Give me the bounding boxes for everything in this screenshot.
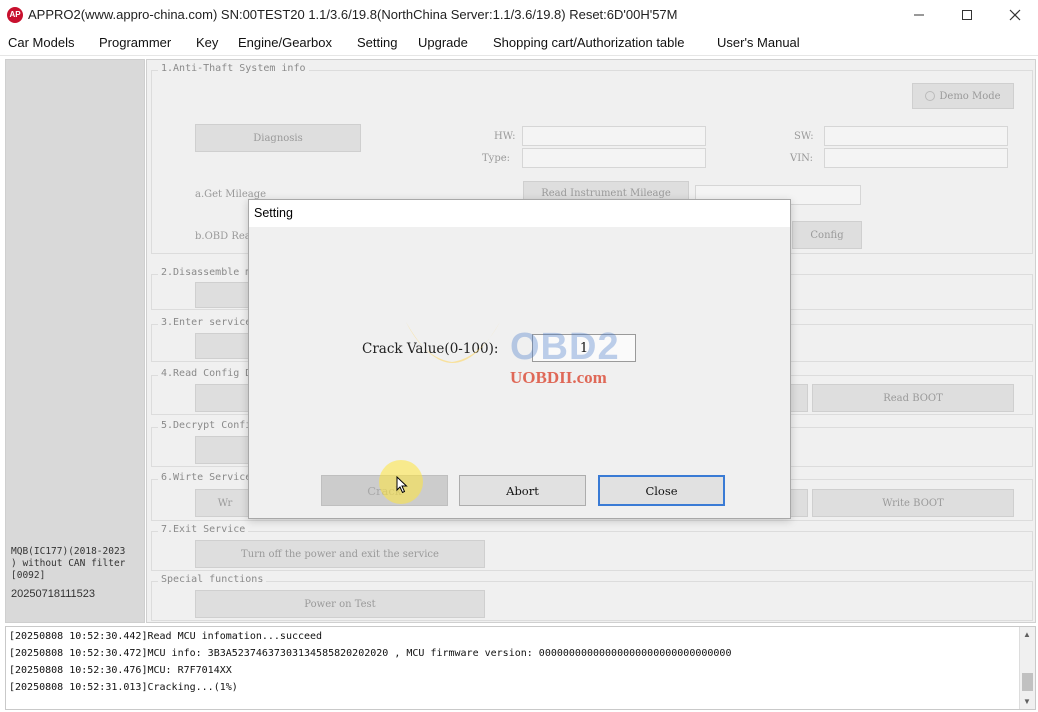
setting-dialog: Setting Crack Value(0-100): Crack Abort … [248,199,791,519]
read-boot-button[interactable]: Read BOOT [812,384,1014,412]
hw-label: HW: [494,131,516,142]
menu-key[interactable]: Key [196,35,218,50]
demo-mode-button[interactable]: Demo Mode [912,83,1014,109]
demo-mode-label: Demo Mode [939,90,1001,102]
log-line: [20250808 10:52:30.472]MCU info: 3B3A523… [9,648,732,659]
window-title: APPRO2(www.appro-china.com) SN:00TEST20 … [28,7,678,22]
read-config-button[interactable] [195,384,255,412]
log-panel[interactable]: [20250808 10:52:30.442]Read MCU infomati… [5,626,1036,710]
section-title: 4.Read Config D [158,368,255,379]
close-button[interactable]: Close [598,475,725,506]
menu-engine-gearbox[interactable]: Engine/Gearbox [238,35,332,50]
menu-bar: Car Models Programmer Key Engine/Gearbox… [0,30,1038,56]
scroll-up-icon[interactable]: ▲ [1023,630,1031,639]
write-boot-button[interactable]: Write BOOT [812,489,1014,517]
section-title: 5.Decrypt Confi [158,420,255,431]
minimize-button[interactable] [896,2,942,28]
section-title: 6.Wirte Service [158,472,255,483]
write-button[interactable]: Wr [195,489,255,517]
vehicle-description: MQB(IC177)(2018-2023 ) without CAN filte… [11,546,126,581]
menu-shopping-cart[interactable]: Shopping cart/Authorization table [493,35,685,50]
app-logo-icon: AP [7,7,23,23]
diagnosis-button[interactable]: Diagnosis [195,124,361,152]
menu-car-models[interactable]: Car Models [8,35,74,50]
scroll-down-icon[interactable]: ▼ [1023,697,1031,706]
section-title: 1.Anti-Thaft System info [158,63,309,74]
crack-value-input[interactable] [532,334,636,362]
config-button[interactable]: Config [792,221,862,249]
abort-button[interactable]: Abort [459,475,586,506]
minimize-icon [914,14,924,16]
log-scrollbar[interactable]: ▲ ▼ [1019,627,1035,709]
menu-setting[interactable]: Setting [357,35,397,50]
close-window-button[interactable] [992,2,1038,28]
obd-read-label: b.OBD Rea [195,231,251,242]
left-info-panel: MQB(IC177)(2018-2023 ) without CAN filte… [5,59,145,623]
maximize-icon [962,10,972,20]
dialog-title-bar: Setting [249,200,790,227]
section-special-functions: Special functions Power on Test [151,574,1033,621]
menu-programmer[interactable]: Programmer [99,35,171,50]
section-title: 3.Enter service [158,317,255,328]
radio-icon [925,91,936,101]
close-icon [1009,9,1021,21]
menu-upgrade[interactable]: Upgrade [418,35,468,50]
menu-users-manual[interactable]: User's Manual [717,35,800,50]
log-line: [20250808 10:52:30.476]MCU: R7F7014XX [9,665,232,676]
type-label: Type: [482,153,511,164]
section-title: Special functions [158,574,267,585]
vin-field[interactable] [824,148,1008,168]
section-exit-service: 7.Exit Service Turn off the power and ex… [151,524,1033,571]
title-bar: AP APPRO2(www.appro-china.com) SN:00TEST… [0,0,1038,30]
sw-field[interactable] [824,126,1008,146]
version-date: 20250718111523 [11,588,96,600]
dialog-title: Setting [254,206,293,220]
hw-field[interactable] [522,126,706,146]
log-line: [20250808 10:52:31.013]Cracking...(1%) [9,682,238,693]
crack-value-label: Crack Value(0-100): [362,341,499,357]
power-on-test-button[interactable]: Power on Test [195,590,485,618]
section-title: 2.Disassemble m [158,267,255,278]
turn-off-exit-button[interactable]: Turn off the power and exit the service [195,540,485,568]
maximize-button[interactable] [944,2,990,28]
scroll-thumb[interactable] [1022,673,1033,691]
log-line: [20250808 10:52:30.442]Read MCU infomati… [9,631,323,642]
section-title: 7.Exit Service [158,524,249,535]
enter-service-button[interactable] [195,333,255,359]
disassemble-button[interactable] [195,282,255,308]
vin-label: VIN: [790,153,813,164]
type-field[interactable] [522,148,706,168]
decrypt-button[interactable] [195,436,255,464]
sw-label: SW: [794,131,814,142]
mouse-cursor-icon [396,476,408,494]
